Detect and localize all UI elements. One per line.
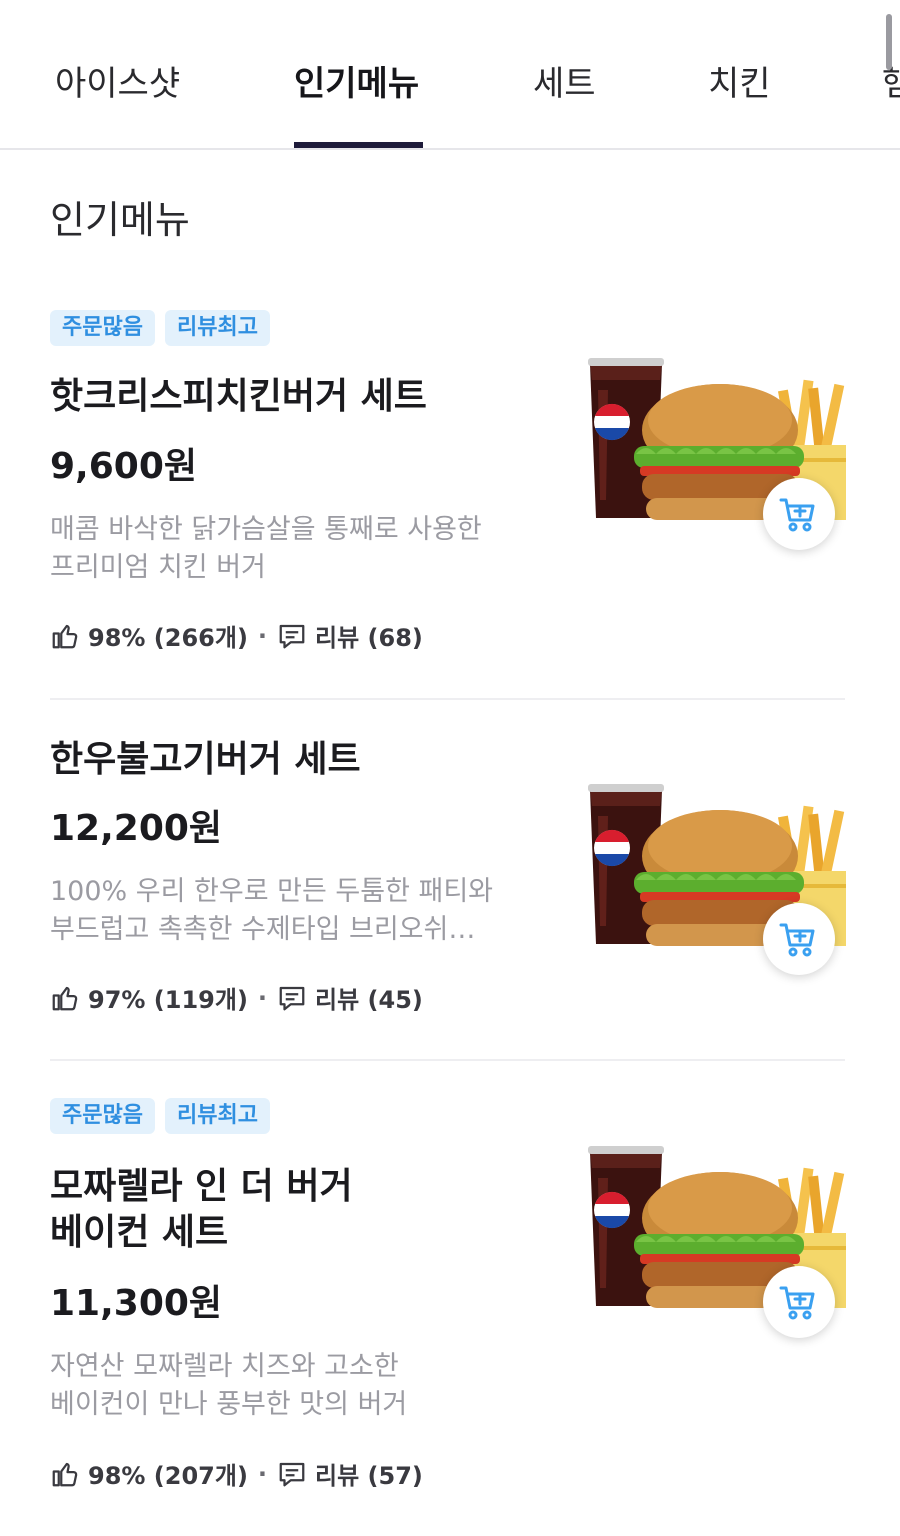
divider	[50, 698, 845, 700]
desc-line: 자연산 모짜렐라 치즈와 고소한	[50, 1351, 399, 1382]
badge-best-review: 리뷰최고	[164, 1098, 270, 1134]
divider	[50, 1059, 845, 1061]
item-description: 100% 우리 한우로 만든 두툼한 패티와 부드럽고 촉촉한 수제타입 브리오…	[50, 873, 560, 949]
item-price: 12,200원	[50, 808, 223, 849]
review-icon	[277, 621, 307, 651]
active-tab-indicator	[294, 142, 423, 148]
review-count[interactable]: 리뷰 (45)	[315, 980, 423, 1015]
item-price: 11,300원	[50, 1283, 223, 1324]
scrollbar-thumb[interactable]	[886, 14, 892, 70]
tab-chicken[interactable]: 치킨	[708, 62, 771, 106]
item-name: 모짜렐라 인 더 버거 베이컨 세트	[50, 1164, 550, 1256]
cart-plus-icon	[779, 1284, 819, 1320]
badge-most-ordered: 주문많음	[50, 310, 155, 346]
desc-line: 부드럽고 촉촉한 수제타입 브리오쉬…	[50, 914, 476, 945]
category-tab-bar: 아이스샷 인기메뉴 세트 치킨 햄	[0, 0, 900, 150]
item-name-line: 베이컨 세트	[50, 1212, 229, 1253]
section-title: 인기메뉴	[50, 198, 190, 242]
review-icon	[277, 1459, 307, 1489]
item-description: 매콤 바삭한 닭가슴살을 통째로 사용한 프리미엄 치킨 버거	[50, 511, 560, 587]
tab-set[interactable]: 세트	[533, 62, 596, 106]
separator-dot: ·	[257, 983, 268, 1012]
desc-line: 매콤 바삭한 닭가슴살을 통째로 사용한	[50, 514, 482, 545]
item-meta: 98% (266개) · 리뷰 (68)	[50, 618, 423, 653]
review-count[interactable]: 리뷰 (57)	[315, 1456, 423, 1491]
rating-text: 97% (119개)	[88, 986, 248, 1014]
item-description: 자연산 모짜렐라 치즈와 고소한 베이컨이 만나 풍부한 맛의 버거	[50, 1348, 560, 1424]
item-price: 9,600원	[50, 446, 197, 487]
cart-plus-icon	[779, 921, 819, 957]
desc-line: 베이컨이 만나 풍부한 맛의 버거	[50, 1389, 408, 1420]
item-meta: 97% (119개) · 리뷰 (45)	[50, 980, 423, 1015]
review-icon	[277, 983, 307, 1013]
thumbs-up-icon	[50, 1459, 80, 1489]
separator-dot: ·	[257, 621, 268, 650]
item-name: 핫크리스피치킨버거 세트	[50, 376, 427, 417]
badge-most-ordered: 주문많음	[50, 1098, 155, 1134]
cart-plus-icon	[779, 496, 819, 532]
add-to-cart-button[interactable]	[763, 903, 835, 975]
tab-popular-menu[interactable]: 인기메뉴	[294, 62, 419, 106]
badge-group: 주문많음 리뷰최고	[50, 1098, 270, 1134]
item-meta: 98% (207개) · 리뷰 (57)	[50, 1456, 423, 1491]
thumbs-up-icon	[50, 621, 80, 651]
separator-dot: ·	[257, 1459, 268, 1488]
add-to-cart-button[interactable]	[763, 1266, 835, 1338]
desc-line: 프리미엄 치킨 버거	[50, 552, 266, 583]
badge-group: 주문많음 리뷰최고	[50, 310, 270, 346]
rating-text: 98% (266개)	[88, 624, 248, 652]
review-count[interactable]: 리뷰 (68)	[315, 618, 423, 653]
item-name-line: 모짜렐라 인 더 버거	[50, 1166, 353, 1207]
item-name: 한우불고기버거 세트	[50, 739, 361, 780]
desc-line: 100% 우리 한우로 만든 두툼한 패티와	[50, 876, 494, 907]
tab-ice-shot[interactable]: 아이스샷	[55, 62, 180, 106]
badge-best-review: 리뷰최고	[164, 310, 270, 346]
rating-text: 98% (207개)	[88, 1462, 248, 1490]
add-to-cart-button[interactable]	[763, 478, 835, 550]
thumbs-up-icon	[50, 983, 80, 1013]
